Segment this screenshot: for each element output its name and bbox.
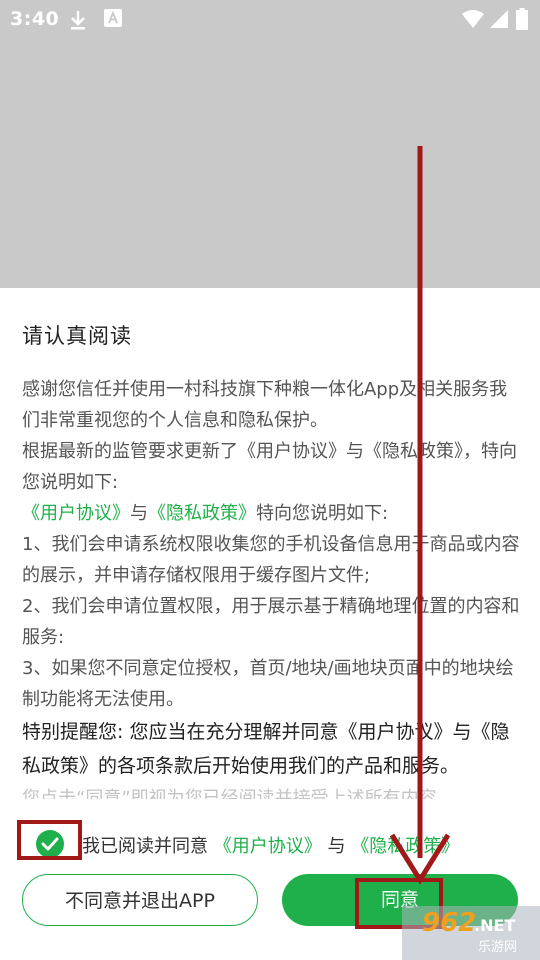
consent-prefix: 我已阅读并同意 xyxy=(82,836,208,857)
consent-user-agreement-link[interactable]: 《用户协议》 xyxy=(214,836,322,857)
privacy-policy-link[interactable]: 《隐私政策》 xyxy=(148,503,256,524)
watermark-net: .NET xyxy=(474,916,516,935)
a-notification-icon xyxy=(104,9,122,27)
signal-icon xyxy=(490,10,508,28)
download-icon xyxy=(71,11,85,30)
consent-checkbox[interactable] xyxy=(36,830,64,858)
status-time: 3:40 xyxy=(10,8,60,30)
consent-row: 我已阅读并同意 《用户协议》 与 《隐私政策》 xyxy=(0,828,540,862)
dialog-content[interactable]: 感谢您信任并使用一村科技旗下种粮一体化App及相关服务我们非常重视您的个人信息和… xyxy=(22,374,522,800)
watermark-number: 962 xyxy=(422,908,477,938)
and-text: 与 xyxy=(130,503,148,524)
wifi-icon xyxy=(462,10,484,28)
consent-privacy-policy-link[interactable]: 《隐私政策》 xyxy=(351,836,459,857)
site-watermark: 962 .NET 乐游网 xyxy=(402,906,540,960)
battery-icon xyxy=(516,8,528,30)
item-3: 3、如果您不同意定位授权，首页/地块/画地块页面中的地块绘制功能将无法使用。 xyxy=(22,658,514,710)
links-suffix: 特向您说明如下: xyxy=(256,503,389,524)
item-1: 1、我们会申请系统权限收集您的手机设备信息用于商品或内容的展示，并申请存储权限用… xyxy=(22,534,520,586)
item-2: 2、我们会申请位置权限，用于展示基于精确地理位置的内容和服务: xyxy=(22,596,520,648)
privacy-dialog: 请认真阅读 感谢您信任并使用一村科技旗下种粮一体化App及相关服务我们非常重视您… xyxy=(0,288,540,960)
user-agreement-link[interactable]: 《用户协议》 xyxy=(22,503,130,524)
intro-paragraph: 感谢您信任并使用一村科技旗下种粮一体化App及相关服务我们非常重视您的个人信息和… xyxy=(22,379,508,431)
consent-text: 我已阅读并同意 《用户协议》 与 《隐私政策》 xyxy=(82,832,459,858)
faded-line: 您点击“同意”即视为您已经阅读并接受上述所有内容 xyxy=(22,788,437,799)
links-line: 《用户协议》与《隐私政策》特向您说明如下: xyxy=(22,498,522,529)
dimmed-backdrop[interactable] xyxy=(0,40,540,288)
dialog-title: 请认真阅读 xyxy=(22,324,132,348)
checkmark-icon xyxy=(41,837,59,851)
update-paragraph: 根据最新的监管要求更新了《用户协议》与《隐私政策》，特向您说明如下: xyxy=(22,441,517,493)
watermark-sub: 乐游网 xyxy=(478,940,518,955)
consent-and: 与 xyxy=(327,836,346,857)
special-notice: 特别提醒您: 您应当在充分理解并同意《用户协议》与《隐私政策》的各项条款后开始使… xyxy=(22,721,510,777)
status-bar: 3:40 xyxy=(0,0,540,40)
decline-exit-button[interactable]: 不同意并退出APP xyxy=(22,874,258,926)
